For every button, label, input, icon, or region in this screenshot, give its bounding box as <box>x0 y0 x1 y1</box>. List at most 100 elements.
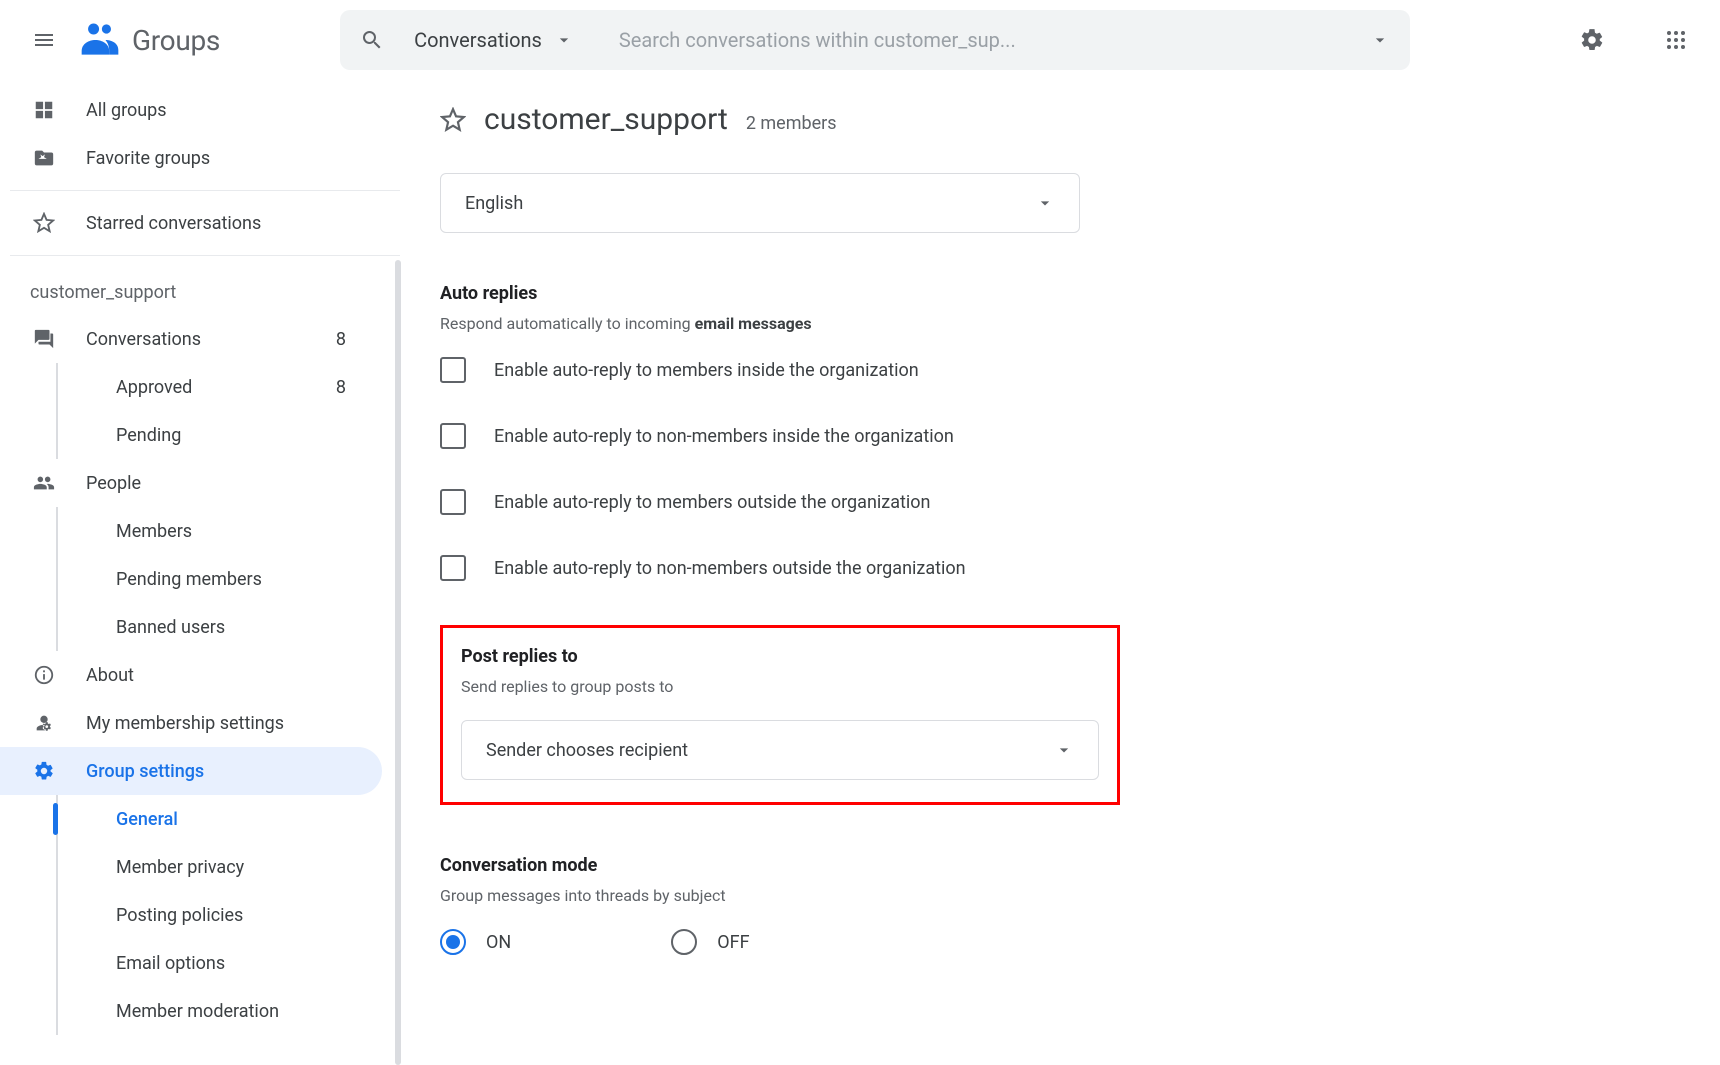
star-outline-icon <box>30 209 58 237</box>
sidebar-item-label: Pending members <box>116 569 262 590</box>
sidebar-item-label: Member moderation <box>116 1001 279 1022</box>
checkbox-row-members-outside: Enable auto-reply to members outside the… <box>440 489 1680 515</box>
checkbox-label: Enable auto-reply to members outside the… <box>494 492 930 513</box>
main-content: customer_support 2 members English Auto … <box>400 80 1720 1065</box>
apps-grid-icon <box>1664 28 1688 52</box>
search-input[interactable] <box>619 28 1370 52</box>
apps-button[interactable] <box>1652 16 1700 64</box>
sidebar-item-label: Members <box>116 521 192 542</box>
sidebar-item-email-options[interactable]: Email options <box>0 939 382 987</box>
language-select-value: English <box>465 193 523 214</box>
section-title: Post replies to <box>461 646 1099 667</box>
hamburger-icon <box>32 28 56 52</box>
subtitle-text: Respond automatically to incoming <box>440 314 695 333</box>
group-title: customer_support <box>484 102 728 137</box>
sidebar-item-member-privacy[interactable]: Member privacy <box>0 843 382 891</box>
sidebar-item-label: People <box>86 473 141 494</box>
radio-label: ON <box>486 932 511 953</box>
sidebar-item-label: Member privacy <box>116 857 244 878</box>
sidebar-item-label: Email options <box>116 953 225 974</box>
brand-name: Groups <box>132 24 220 57</box>
post-replies-select[interactable]: Sender chooses recipient <box>461 720 1099 780</box>
brand[interactable]: Groups <box>78 18 220 62</box>
search-icon[interactable] <box>360 28 384 52</box>
conversations-icon <box>30 325 58 353</box>
radio-option-on[interactable]: ON <box>440 929 511 955</box>
checkbox-nonmembers-outside[interactable] <box>440 555 466 581</box>
search-options-chevron-icon[interactable] <box>1370 30 1390 50</box>
sidebar-item-approved[interactable]: Approved 8 <box>0 363 382 411</box>
sidebar-item-label: About <box>86 665 134 686</box>
search-bar: Conversations <box>340 10 1410 70</box>
sidebar-item-label: Group settings <box>86 761 204 782</box>
radio-option-off[interactable]: OFF <box>671 929 749 955</box>
sidebar: All groups Favorite groups Starred conve… <box>0 80 400 1065</box>
language-select[interactable]: English <box>440 173 1080 233</box>
post-replies-highlight: Post replies to Send replies to group po… <box>440 625 1120 805</box>
sidebar-item-members[interactable]: Members <box>0 507 382 555</box>
sidebar-item-conversations[interactable]: Conversations 8 <box>0 315 382 363</box>
post-replies-section: Post replies to Send replies to group po… <box>461 646 1099 780</box>
scrollbar[interactable] <box>395 260 401 1065</box>
section-subtitle: Send replies to group posts to <box>461 677 1099 696</box>
auto-replies-section: Auto replies Respond automatically to in… <box>440 283 1680 581</box>
checkbox-members-inside[interactable] <box>440 357 466 383</box>
post-replies-value: Sender chooses recipient <box>486 740 688 761</box>
divider <box>10 190 400 191</box>
radio-on <box>440 929 466 955</box>
sidebar-item-all-groups[interactable]: All groups <box>0 86 382 134</box>
section-subtitle: Respond automatically to incoming email … <box>440 314 1680 333</box>
sidebar-item-member-moderation[interactable]: Member moderation <box>0 987 382 1035</box>
subtitle-bold: email messages <box>695 314 812 333</box>
sidebar-item-label: Conversations <box>86 329 201 350</box>
conversation-mode-radio-group: ON OFF <box>440 929 1680 955</box>
divider <box>10 255 400 256</box>
settings-button[interactable] <box>1568 16 1616 64</box>
radio-off <box>671 929 697 955</box>
main-menu-button[interactable] <box>20 16 68 64</box>
checkbox-row-nonmembers-inside: Enable auto-reply to non-members inside … <box>440 423 1680 449</box>
chevron-down-icon[interactable] <box>554 30 574 50</box>
sidebar-item-label: All groups <box>86 100 167 121</box>
sidebar-item-about[interactable]: About <box>0 651 382 699</box>
checkbox-nonmembers-inside[interactable] <box>440 423 466 449</box>
sidebar-item-favorite-groups[interactable]: Favorite groups <box>0 134 382 182</box>
sidebar-item-label: Pending <box>116 425 181 446</box>
people-icon <box>30 469 58 497</box>
member-count: 2 members <box>746 113 837 134</box>
sidebar-item-label: Banned users <box>116 617 225 638</box>
sidebar-item-people[interactable]: People <box>0 459 382 507</box>
checkbox-members-outside[interactable] <box>440 489 466 515</box>
gear-icon <box>30 757 58 785</box>
groups-logo-icon <box>78 18 122 62</box>
sidebar-item-my-membership-settings[interactable]: My membership settings <box>0 699 382 747</box>
checkbox-label: Enable auto-reply to non-members inside … <box>494 426 954 447</box>
sidebar-item-general[interactable]: General <box>0 795 382 843</box>
count-badge: 8 <box>336 329 346 350</box>
checkbox-label: Enable auto-reply to non-members outside… <box>494 558 966 579</box>
search-scope-label[interactable]: Conversations <box>414 28 542 52</box>
sidebar-item-label: General <box>116 809 178 830</box>
section-subtitle: Group messages into threads by subject <box>440 886 1680 905</box>
sidebar-item-pending-members[interactable]: Pending members <box>0 555 382 603</box>
sidebar-item-starred-conversations[interactable]: Starred conversations <box>0 199 382 247</box>
section-title: Auto replies <box>440 283 1680 304</box>
sidebar-item-pending[interactable]: Pending <box>0 411 382 459</box>
sidebar-item-group-settings[interactable]: Group settings <box>0 747 382 795</box>
person-gear-icon <box>30 709 58 737</box>
star-outline-icon <box>440 107 466 133</box>
star-toggle-button[interactable] <box>440 107 466 133</box>
sidebar-item-label: Approved <box>116 377 192 398</box>
chevron-down-icon <box>1035 193 1055 213</box>
conversation-mode-section: Conversation mode Group messages into th… <box>440 855 1680 955</box>
header: Groups Conversations <box>0 0 1720 80</box>
sidebar-item-label: Posting policies <box>116 905 243 926</box>
checkbox-label: Enable auto-reply to members inside the … <box>494 360 919 381</box>
sidebar-item-posting-policies[interactable]: Posting policies <box>0 891 382 939</box>
header-actions <box>1568 16 1700 64</box>
sidebar-item-label: Favorite groups <box>86 148 210 169</box>
sidebar-group-label: customer_support <box>0 264 400 315</box>
sidebar-item-banned-users[interactable]: Banned users <box>0 603 382 651</box>
section-title: Conversation mode <box>440 855 1680 876</box>
checkbox-row-nonmembers-outside: Enable auto-reply to non-members outside… <box>440 555 1680 581</box>
